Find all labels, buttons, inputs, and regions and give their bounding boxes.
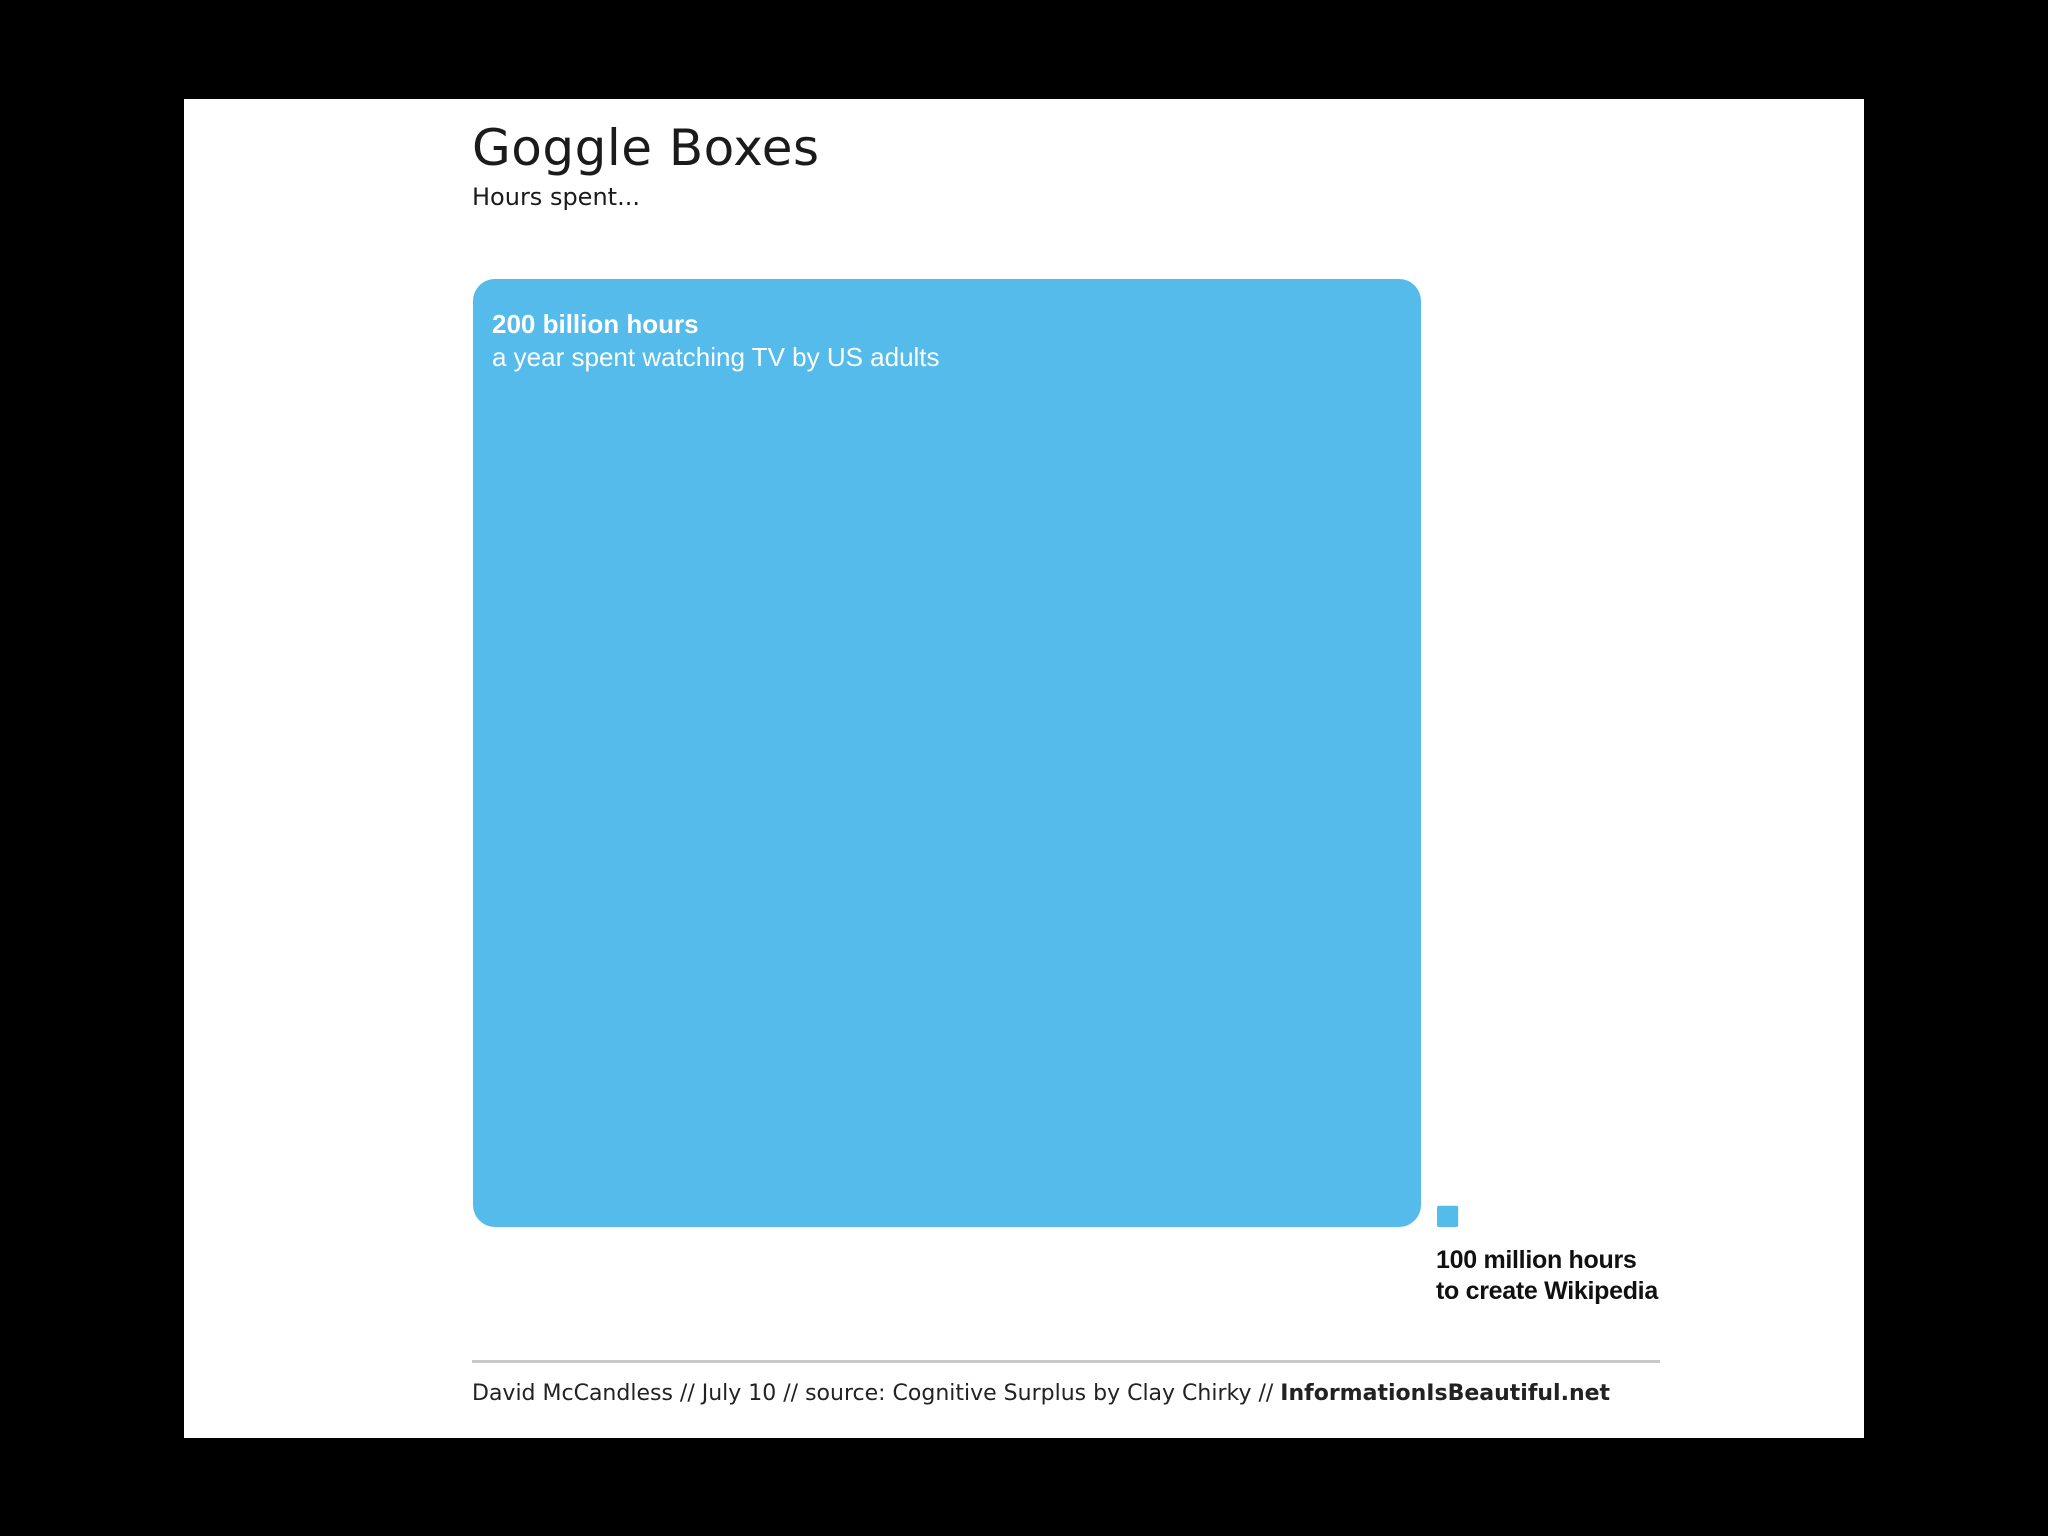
infographic-canvas: Goggle Boxes Hours spent... 200 billion … — [184, 99, 1864, 1438]
tv-hours-label: 200 billion hours a year spent watching … — [492, 308, 940, 374]
chart-area — [473, 279, 1459, 1227]
wikipedia-hours-value: 100 million hours — [1436, 1246, 1637, 1274]
footer-credit: David McCandless // July 10 // source: C… — [472, 1381, 1610, 1406]
wikipedia-hours-label: 100 million hours to create Wikipedia — [1436, 1245, 1658, 1307]
footer-divider — [472, 1360, 1660, 1363]
footer-credit-text: David McCandless // July 10 // source: C… — [472, 1381, 1281, 1406]
tv-hours-description: a year spent watching TV by US adults — [492, 342, 940, 372]
tv-hours-value: 200 billion hours — [492, 309, 699, 339]
wikipedia-hours-description: to create Wikipedia — [1436, 1277, 1658, 1305]
wikipedia-hours-square — [1437, 1205, 1459, 1227]
tv-hours-square — [473, 279, 1421, 1227]
footer-site-link[interactable]: InformationIsBeautiful.net — [1280, 1381, 1610, 1406]
